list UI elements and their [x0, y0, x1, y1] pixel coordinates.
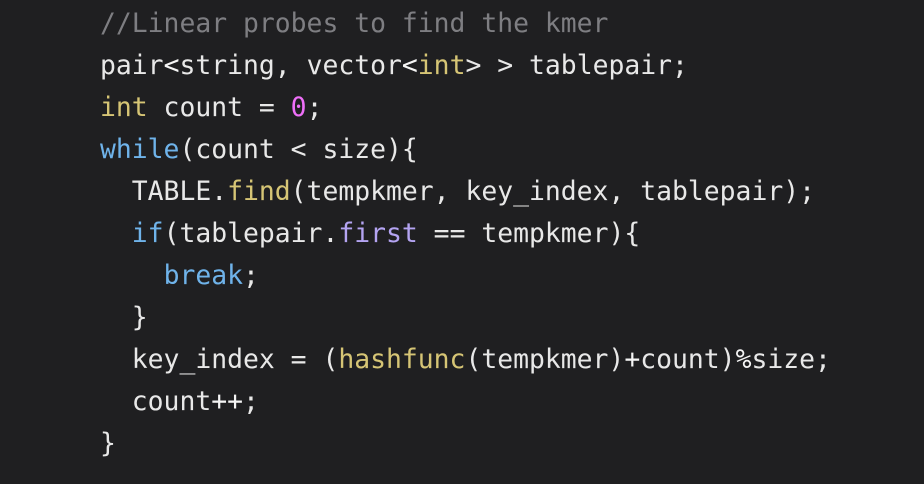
code-line: } — [100, 423, 831, 465]
code-token-plain: count) — [640, 344, 736, 375]
code-line: TABLE.find(tempkmer, key_index, tablepai… — [100, 171, 831, 213]
code-line: count++; — [100, 381, 831, 423]
code-token-plain: == tempkmer){ — [417, 218, 641, 249]
code-token-keyword: while — [100, 134, 180, 165]
code-token-op: < — [401, 50, 418, 81]
code-line: break; — [100, 255, 831, 297]
code-token-plain: count — [100, 386, 212, 417]
code-token-plain: (tablepair. — [163, 218, 339, 249]
code-token-op: % — [735, 344, 752, 375]
code-token-number: 0 — [290, 92, 307, 123]
code-token-type: int — [100, 92, 148, 123]
code-token-plain: TABLE. — [100, 176, 228, 207]
code-line: //Linear probes to find the kmer — [100, 3, 831, 45]
code-token-plain: (count < size){ — [179, 134, 418, 165]
code-token-plain: (tempkmer, key_index, tablepair); — [290, 176, 815, 207]
code-editor[interactable]: //Linear probes to find the kmer pair<str… — [0, 0, 924, 484]
code-token-plain: } — [100, 302, 148, 333]
code-line: int count = 0; — [100, 87, 831, 129]
code-line: key_index = (hashfunc(tempkmer)+count)%s… — [100, 339, 831, 381]
code-line: if(tablepair.first == tempkmer){ — [100, 213, 831, 255]
code-token-keyword: if — [131, 218, 164, 249]
code-token-keyword: break — [163, 260, 244, 291]
code-token-plain: } — [100, 428, 116, 459]
code-token-func: hashfunc — [338, 344, 466, 375]
code-token-plain: ; — [243, 260, 259, 291]
code-token-type: int — [417, 50, 466, 81]
code-token-comment: //Linear probes to find the kmer — [100, 8, 609, 39]
code-token-plain: (tempkmer) — [465, 344, 625, 375]
code-token-plain: , vector — [274, 50, 402, 81]
code-token-plain: count = — [147, 92, 291, 123]
code-line: } — [100, 297, 831, 339]
code-token-plain: ; — [306, 92, 323, 123]
code-token-op: < — [163, 50, 180, 81]
code-token-plain: string — [179, 50, 275, 81]
code-line: while(count < size){ — [100, 129, 831, 171]
code-token-plain: size; — [751, 344, 831, 375]
code-token-prop: first — [338, 218, 418, 249]
code-token-op: + — [624, 344, 641, 375]
code-token-plain: ; — [243, 386, 259, 417]
code-token-func: find — [227, 176, 291, 207]
code-token-plain: > > tablepair; — [465, 50, 688, 81]
code-token-plain: pair — [100, 50, 164, 81]
code-block[interactable]: //Linear probes to find the kmer pair<str… — [100, 3, 831, 465]
code-line: pair<string, vector<int> > tablepair; — [100, 45, 831, 87]
code-token-op: ++ — [211, 386, 244, 417]
code-token-plain: key_index = ( — [100, 344, 339, 375]
